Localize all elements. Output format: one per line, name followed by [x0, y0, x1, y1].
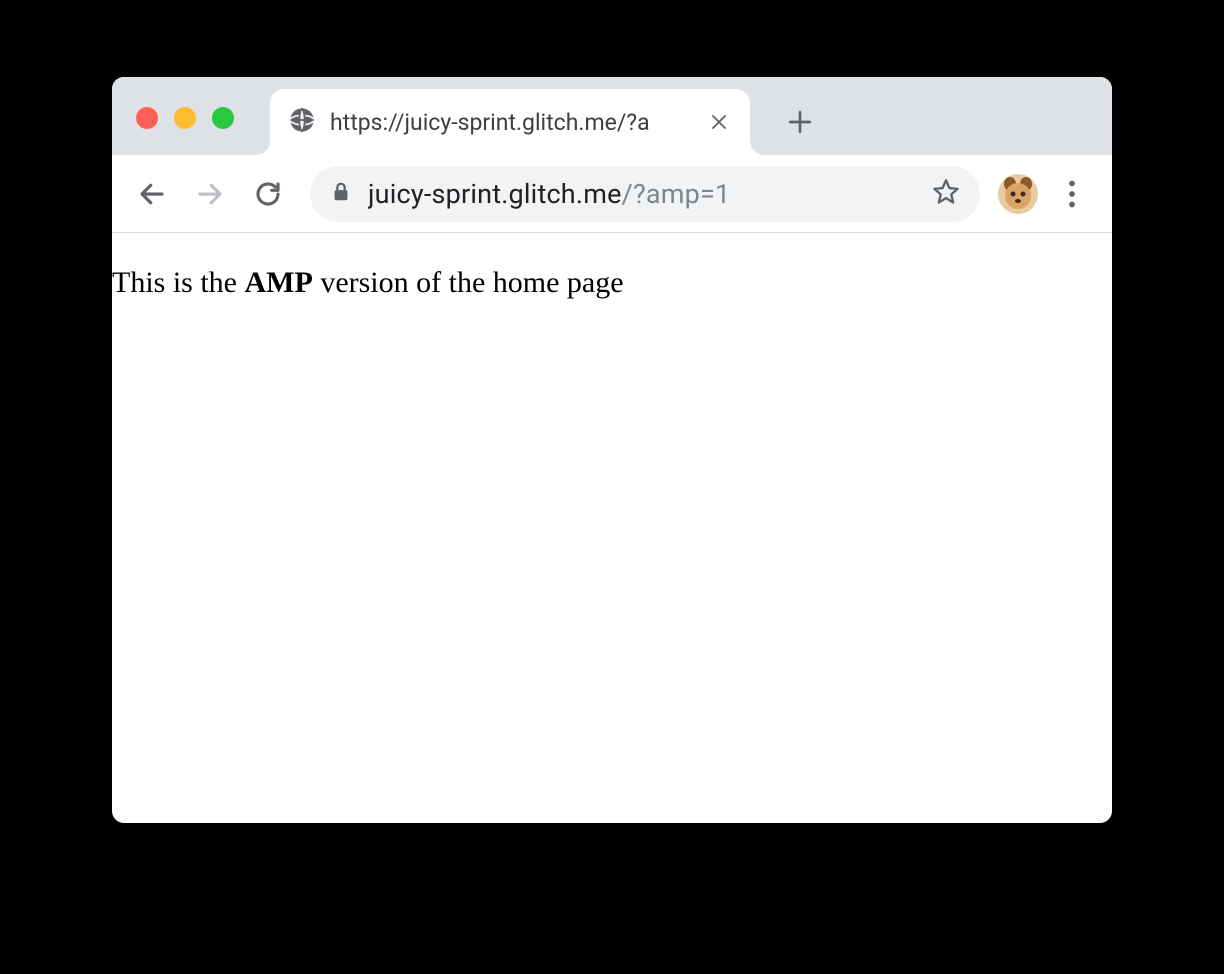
toolbar: juicy-sprint.glitch.me/?amp=1 [112, 155, 1112, 233]
content-text-before: This is the [112, 266, 245, 299]
reload-icon [253, 179, 283, 209]
arrow-right-icon [195, 179, 225, 209]
maximize-window-button[interactable] [212, 107, 234, 129]
arrow-left-icon [137, 179, 167, 209]
minimize-window-button[interactable] [174, 107, 196, 129]
url-query: /?amp=1 [622, 178, 731, 210]
menu-button[interactable] [1048, 170, 1096, 218]
page-content: This is the AMP version of the home page [112, 233, 1112, 302]
tab-strip: https://juicy-sprint.glitch.me/?a [112, 77, 1112, 155]
new-tab-button[interactable] [776, 98, 824, 146]
star-icon [932, 178, 960, 206]
url-text: juicy-sprint.glitch.me/?amp=1 [368, 178, 916, 210]
back-button[interactable] [128, 170, 176, 218]
content-bold-text: AMP [245, 266, 313, 299]
avatar-icon [998, 174, 1038, 214]
browser-tab[interactable]: https://juicy-sprint.glitch.me/?a [270, 89, 750, 155]
browser-window: https://juicy-sprint.glitch.me/?a [112, 77, 1112, 823]
globe-icon [288, 106, 316, 138]
address-bar[interactable]: juicy-sprint.glitch.me/?amp=1 [310, 166, 980, 222]
lock-icon [330, 181, 352, 207]
close-tab-button[interactable] [706, 109, 732, 135]
kebab-icon [1068, 180, 1076, 208]
forward-button[interactable] [186, 170, 234, 218]
close-window-button[interactable] [136, 107, 158, 129]
plus-icon [787, 109, 813, 135]
reload-button[interactable] [244, 170, 292, 218]
bookmark-button[interactable] [932, 178, 960, 210]
url-host: juicy-sprint.glitch.me [368, 178, 622, 210]
tab-title: https://juicy-sprint.glitch.me/?a [330, 109, 692, 136]
content-text-after: version of the home page [313, 266, 624, 299]
profile-avatar[interactable] [998, 174, 1038, 214]
close-icon [710, 113, 728, 131]
window-controls [136, 107, 234, 129]
